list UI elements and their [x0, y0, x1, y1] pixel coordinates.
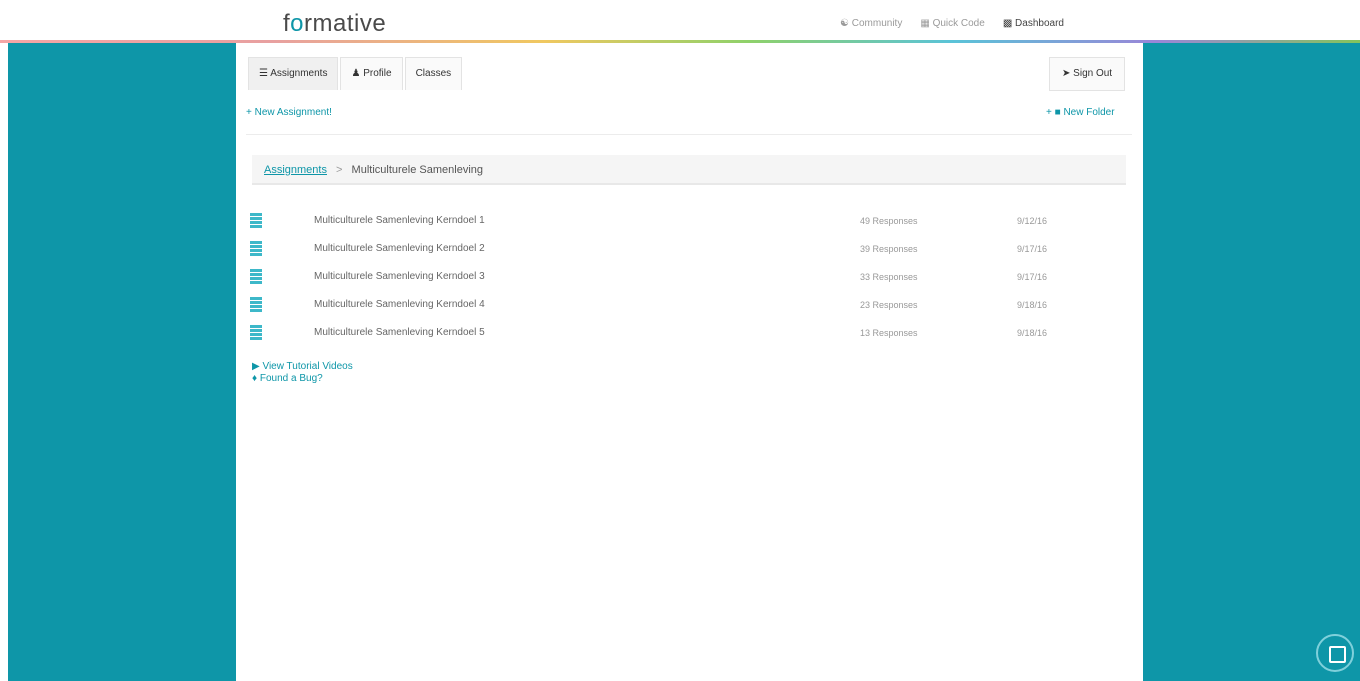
assignment-date: 9/18/16 — [1017, 328, 1048, 338]
tab-classes[interactable]: Classes — [404, 57, 463, 90]
tutorial-videos-link[interactable]: ▶ View Tutorial Videos — [252, 361, 353, 373]
assignment-date: 9/17/16 — [1017, 272, 1048, 282]
assignment-icon — [250, 241, 262, 256]
assignment-icon — [250, 213, 262, 228]
tab-profile[interactable]: ♟ Profile — [340, 57, 403, 90]
community-link[interactable]: ☯ Community — [840, 18, 902, 29]
response-count[interactable]: 13 Responses — [860, 328, 918, 338]
response-count[interactable]: 39 Responses — [860, 244, 918, 254]
breadcrumb-root-link[interactable]: Assignments — [264, 164, 327, 176]
chat-launcher-button[interactable] — [1316, 634, 1354, 672]
assignment-date: 9/12/16 — [1017, 216, 1048, 226]
sign-out-button[interactable]: ➤ Sign Out — [1049, 57, 1126, 91]
tab-assignments[interactable]: ☰ Assignments — [248, 57, 339, 90]
tab-bar: ☰ Assignments ♟ Profile Classes — [248, 57, 464, 90]
assignment-name[interactable]: Multiculturele Samenleving Kerndoel 1 — [314, 215, 485, 226]
dashboard-link[interactable]: ▩ Dashboard — [1003, 18, 1064, 29]
breadcrumb: Assignments > Multiculturele Samenleving — [252, 155, 1126, 185]
list-item[interactable]: Multiculturele Samenleving Kerndoel 5 13… — [250, 320, 1130, 348]
quick-code-link[interactable]: ▦ Quick Code — [920, 18, 984, 29]
top-nav: ☯ Community ▦ Quick Code ▩ Dashboard — [840, 18, 1064, 29]
chat-icon — [1329, 646, 1346, 663]
breadcrumb-current: Multiculturele Samenleving — [351, 164, 483, 176]
new-folder-button[interactable]: + ■ New Folder — [1046, 107, 1115, 118]
help-links: ▶ View Tutorial Videos ♦ Found a Bug? — [252, 361, 353, 385]
logo[interactable]: formative — [283, 10, 386, 38]
main-panel: ☰ Assignments ♟ Profile Classes ➤ Sign O… — [236, 43, 1143, 681]
response-count[interactable]: 49 Responses — [860, 216, 918, 226]
list-item[interactable]: Multiculturele Samenleving Kerndoel 4 23… — [250, 292, 1130, 320]
breadcrumb-separator: > — [336, 164, 343, 176]
list-item[interactable]: Multiculturele Samenleving Kerndoel 2 39… — [250, 236, 1130, 264]
assignment-name[interactable]: Multiculturele Samenleving Kerndoel 4 — [314, 299, 485, 310]
assignment-name[interactable]: Multiculturele Samenleving Kerndoel 3 — [314, 271, 485, 282]
assignment-icon — [250, 297, 262, 312]
list-item[interactable]: Multiculturele Samenleving Kerndoel 1 49… — [250, 208, 1130, 236]
divider — [246, 134, 1132, 135]
assignment-date: 9/18/16 — [1017, 300, 1048, 310]
assignment-name[interactable]: Multiculturele Samenleving Kerndoel 2 — [314, 243, 485, 254]
top-header: formative ☯ Community ▦ Quick Code ▩ Das… — [0, 0, 1360, 42]
assignment-name[interactable]: Multiculturele Samenleving Kerndoel 5 — [314, 327, 485, 338]
response-count[interactable]: 23 Responses — [860, 300, 918, 310]
assignment-date: 9/17/16 — [1017, 244, 1048, 254]
found-a-bug-link[interactable]: ♦ Found a Bug? — [252, 373, 353, 385]
assignment-icon — [250, 325, 262, 340]
new-assignment-button[interactable]: + New Assignment! — [246, 107, 332, 118]
response-count[interactable]: 33 Responses — [860, 272, 918, 282]
assignment-icon — [250, 269, 262, 284]
list-item[interactable]: Multiculturele Samenleving Kerndoel 3 33… — [250, 264, 1130, 292]
assignment-list: Multiculturele Samenleving Kerndoel 1 49… — [250, 208, 1130, 348]
